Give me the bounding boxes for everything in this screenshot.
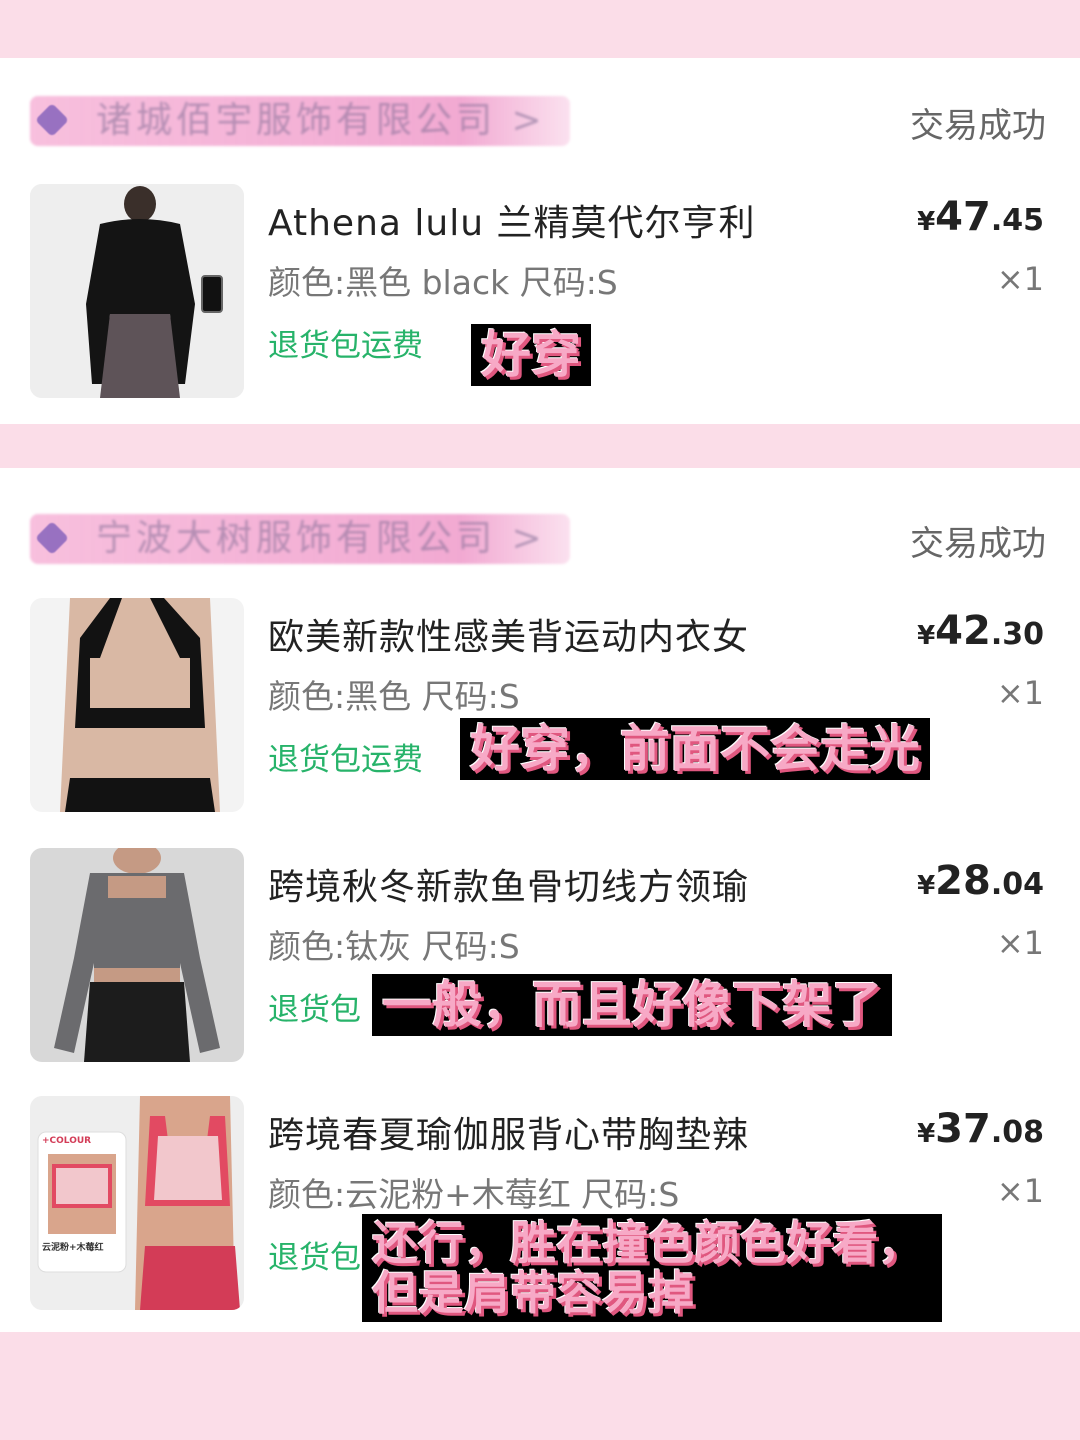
product-spec: 颜色:黑色 black 尺码:S <box>268 263 618 302</box>
order-item[interactable]: 跨境秋冬新款鱼骨切线方领瑜 颜色:钛灰 尺码:S 退货包 ¥28.04 ×1 一… <box>0 848 1080 1064</box>
price-symbol: ¥ <box>917 207 936 237</box>
price-symbol: ¥ <box>917 871 936 901</box>
price-decimal: .04 <box>990 867 1044 902</box>
product-price: ¥28.04 <box>917 858 1044 904</box>
order-card-2: 宁波大树服饰有限公司 > 交易成功 欧美新款性感美背运动内衣女 颜色:黑色 尺码… <box>0 468 1080 1332</box>
order-item[interactable]: 欧美新款性感美背运动内衣女 颜色:黑色 尺码:S 退货包运费 ¥42.30 ×1… <box>0 598 1080 814</box>
product-thumbnail[interactable] <box>30 848 244 1062</box>
order-card-1: 诸城佰宇服饰有限公司 > 交易成功 Athena lulu 兰精莫代尔亨利 颜色… <box>0 58 1080 424</box>
product-title[interactable]: 跨境秋冬新款鱼骨切线方领瑜 <box>268 858 749 910</box>
price-decimal: .08 <box>990 1115 1044 1150</box>
price-integer: 47 <box>935 194 991 240</box>
product-quantity: ×1 <box>996 260 1044 298</box>
return-shipping-badge: 退货包 <box>268 1240 361 1276</box>
product-spec: 颜色:黑色 尺码:S <box>268 677 520 716</box>
return-shipping-badge: 退货包运费 <box>268 328 423 364</box>
price-integer: 28 <box>935 858 991 904</box>
thumb-colour-label: +COLOUR <box>42 1136 92 1146</box>
product-thumbnail[interactable] <box>30 598 244 812</box>
order-item[interactable]: +COLOUR 云泥粉+木莓红 跨境春夏瑜伽服背心带胸垫辣 颜色:云泥粉+木莓红… <box>0 1096 1080 1322</box>
review-annotation: 还行，胜在撞色颜色好看，但是肩带容易掉 <box>362 1214 942 1322</box>
shop-header-2: 宁波大树服饰有限公司 > 交易成功 <box>0 504 1080 574</box>
order-status: 交易成功 <box>910 524 1046 564</box>
product-thumbnail[interactable] <box>30 184 244 398</box>
product-spec: 颜色:钛灰 尺码:S <box>268 927 520 966</box>
product-quantity: ×1 <box>996 924 1044 962</box>
order-item[interactable]: Athena lulu 兰精莫代尔亨利 颜色:黑色 black 尺码:S 退货包… <box>0 184 1080 400</box>
product-title[interactable]: Athena lulu 兰精莫代尔亨利 <box>268 194 755 246</box>
shop-header-1: 诸城佰宇服饰有限公司 > 交易成功 <box>0 86 1080 156</box>
product-price: ¥37.08 <box>917 1106 1044 1152</box>
product-quantity: ×1 <box>996 674 1044 712</box>
product-price: ¥47.45 <box>917 194 1044 240</box>
product-title[interactable]: 欧美新款性感美背运动内衣女 <box>268 608 749 660</box>
product-price: ¥42.30 <box>917 608 1044 654</box>
price-integer: 42 <box>935 608 991 654</box>
review-annotation: 好穿 <box>471 324 591 386</box>
product-title[interactable]: 跨境春夏瑜伽服背心带胸垫辣 <box>268 1106 749 1158</box>
price-decimal: .30 <box>990 617 1044 652</box>
product-quantity: ×1 <box>996 1172 1044 1210</box>
price-symbol: ¥ <box>917 621 936 651</box>
product-thumbnail[interactable]: +COLOUR 云泥粉+木莓红 <box>30 1096 244 1310</box>
return-shipping-badge: 退货包运费 <box>268 742 423 778</box>
shop-name-link[interactable]: 诸城佰宇服饰有限公司 > <box>30 96 570 146</box>
review-annotation: 一般，而且好像下架了 <box>372 974 892 1036</box>
price-decimal: .45 <box>990 203 1044 238</box>
price-symbol: ¥ <box>917 1119 936 1149</box>
product-spec: 颜色:云泥粉+木莓红 尺码:S <box>268 1175 680 1214</box>
price-integer: 37 <box>935 1106 991 1152</box>
return-shipping-badge: 退货包 <box>268 992 361 1028</box>
review-annotation: 好穿，前面不会走光 <box>460 718 930 780</box>
thumb-colour-name: 云泥粉+木莓红 <box>42 1243 104 1253</box>
shop-name-link[interactable]: 宁波大树服饰有限公司 > <box>30 514 570 564</box>
order-status: 交易成功 <box>910 106 1046 146</box>
